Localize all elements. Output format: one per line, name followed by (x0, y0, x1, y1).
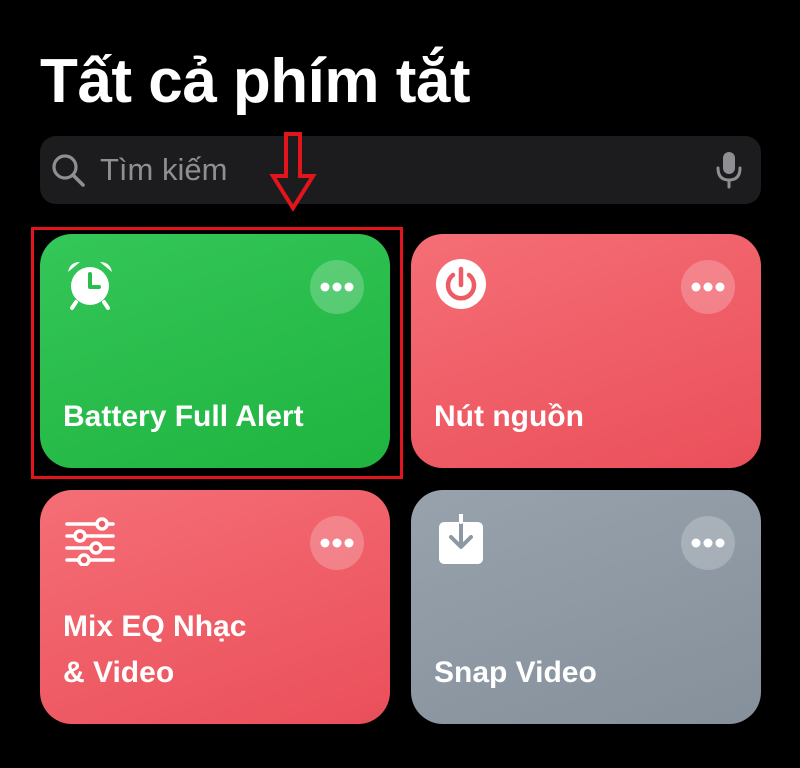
more-button[interactable] (681, 260, 735, 314)
shortcut-card-snap-video[interactable]: Snap Video (411, 490, 761, 724)
alarm-clock-icon (68, 262, 112, 310)
microphone-icon[interactable] (714, 150, 744, 190)
shortcut-label: Mix EQ Nhạc & Video (63, 610, 247, 689)
ellipsis-icon (320, 538, 354, 548)
more-button[interactable] (681, 516, 735, 570)
annotation-down-arrow-icon (269, 132, 317, 212)
more-button[interactable] (310, 260, 364, 314)
shortcut-label: Nút nguồn (434, 400, 584, 433)
shortcut-card-mix-eq[interactable]: Mix EQ Nhạc & Video (40, 490, 390, 724)
ellipsis-icon (320, 282, 354, 292)
shortcut-card-battery-full-alert[interactable]: Battery Full Alert (40, 234, 390, 468)
ellipsis-icon (691, 282, 725, 292)
shortcut-label: Snap Video (434, 656, 597, 689)
download-icon (439, 514, 483, 564)
search-input[interactable] (100, 146, 660, 194)
shortcut-label: Battery Full Alert (63, 400, 304, 433)
search-icon (52, 154, 85, 187)
power-icon (436, 259, 486, 309)
shortcut-card-power-button[interactable]: Nút nguồn (411, 234, 761, 468)
shortcuts-screen: Tất cả phím tắt Battery Full Alert (0, 0, 800, 768)
page-title: Tất cả phím tắt (40, 47, 471, 116)
more-button[interactable] (310, 516, 364, 570)
ellipsis-icon (691, 538, 725, 548)
sliders-icon (65, 517, 115, 566)
